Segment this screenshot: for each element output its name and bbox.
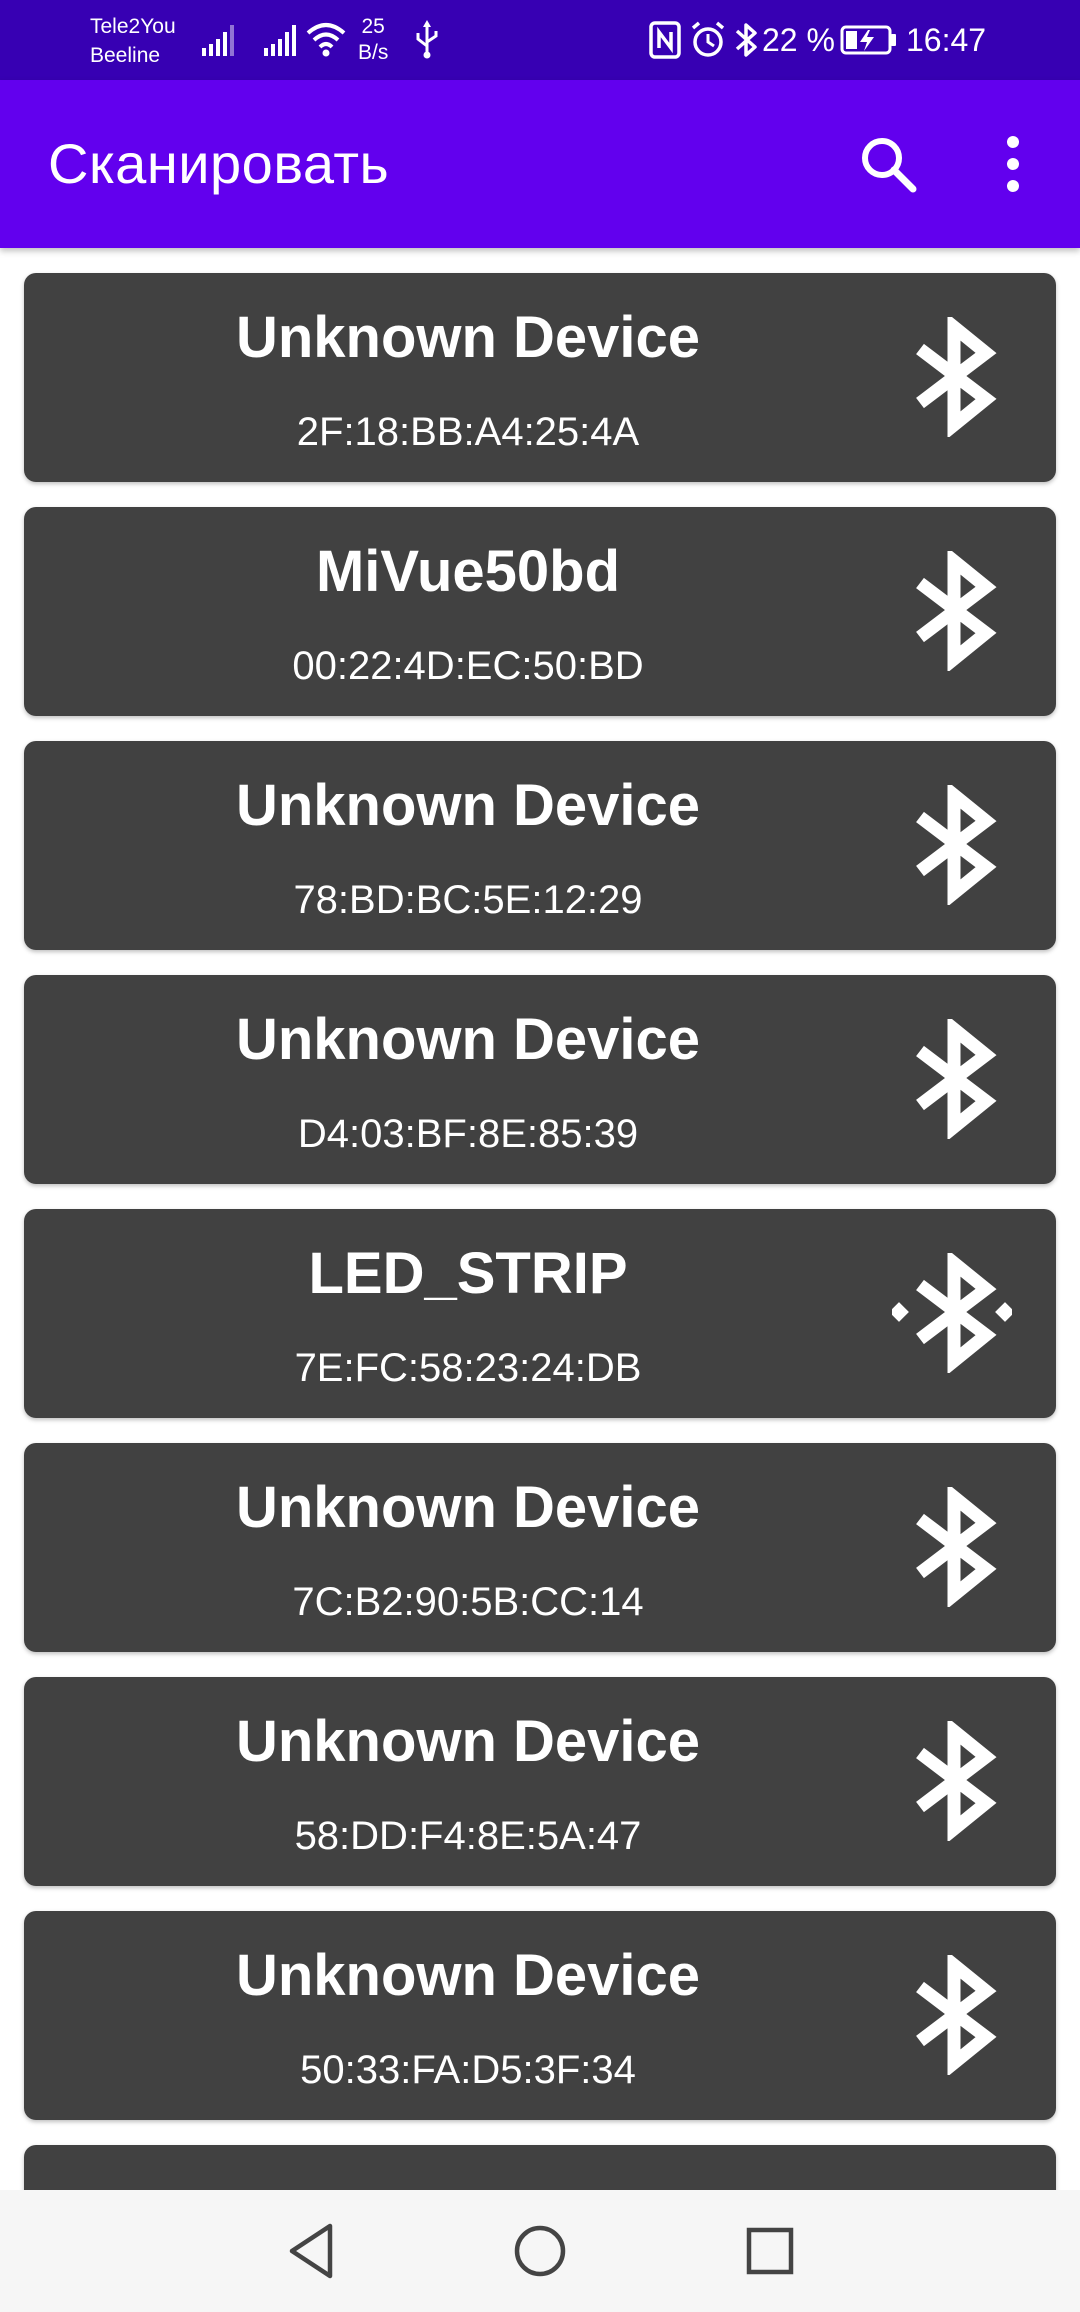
app-bar: Сканировать [0, 80, 1080, 248]
signal-strength-icon-2 [264, 25, 296, 56]
device-card[interactable]: Unknown Device 78:BD:BC:5E:12:29 [24, 741, 1056, 950]
device-name: Unknown Device [235, 1943, 701, 2008]
network-speed-unit: B/s [358, 41, 389, 64]
device-name: MiVue50bd [315, 539, 621, 604]
device-card[interactable]: Unknown Device 7C:B2:90:5B:CC:14 [24, 1443, 1056, 1652]
device-card[interactable]: Unknown Device D4:03:BF:8E:85:39 [24, 975, 1056, 1184]
signal-strength-icon [202, 25, 234, 56]
clock: 16:47 [906, 22, 987, 58]
device-mac-address: 58:DD:F4:8E:5A:47 [294, 1814, 642, 1858]
status-bar: Tele2You Beeline 25 B/s 22 % 16:47 [0, 0, 1080, 80]
device-mac-address: 00:22:4D:EC:50:BD [292, 644, 644, 688]
carrier-names: Tele2You Beeline [90, 12, 176, 70]
device-name: Unknown Device [235, 1007, 701, 1072]
battery-percent: 22 % [762, 22, 835, 58]
device-name: Unknown Device [235, 773, 701, 838]
device-list[interactable]: Unknown Device 2F:18:BB:A4:25:4A MiVue50… [0, 248, 1080, 2190]
carrier-2: Beeline [90, 44, 161, 67]
bluetooth-icon [916, 551, 997, 671]
bluetooth-connected-icon [892, 1253, 1012, 1373]
device-mac-address: 78:BD:BC:5E:12:29 [293, 878, 643, 922]
device-name: Unknown Device [235, 1709, 701, 1774]
bluetooth-icon [916, 1955, 997, 2075]
back-icon[interactable] [280, 2216, 350, 2286]
page-title: Сканировать [48, 132, 390, 195]
more-vert-icon[interactable] [998, 132, 1028, 196]
battery-charging-icon [840, 25, 896, 55]
wifi-icon [306, 23, 346, 57]
device-mac-address: 7E:FC:58:23:24:DB [294, 1346, 642, 1390]
carrier-1: Tele2You [90, 15, 176, 38]
navigation-bar [0, 2190, 1080, 2312]
bluetooth-icon [916, 1721, 997, 1841]
device-card[interactable]: MiVue50bd 00:22:4D:EC:50:BD [24, 507, 1056, 716]
bluetooth-status-icon [735, 23, 757, 57]
bluetooth-icon [916, 785, 997, 905]
device-name: LED_STRIP [308, 1241, 628, 1306]
device-card[interactable]: Unknown Device 2F:18:BB:A4:25:4A [24, 273, 1056, 482]
device-mac-address: 50:33:FA:D5:3F:34 [300, 2048, 636, 2092]
usb-icon [416, 20, 438, 59]
nfc-icon [649, 21, 681, 59]
device-name: Unknown Device [235, 305, 701, 370]
alarm-icon [691, 21, 725, 57]
device-mac-address: D4:03:BF:8E:85:39 [297, 1112, 639, 1156]
device-mac-address: 7C:B2:90:5B:CC:14 [292, 1580, 644, 1624]
device-card[interactable]: Unknown Device 58:DD:F4:8E:5A:47 [24, 1677, 1056, 1886]
device-card[interactable]: Unknown Device 50:33:FA:D5:3F:34 [24, 1911, 1056, 2120]
search-icon[interactable] [856, 132, 920, 196]
device-card[interactable]: LED_STRIP 7E:FC:58:23:24:DB [24, 1209, 1056, 1418]
recents-icon[interactable] [735, 2216, 805, 2286]
network-speed: 25 B/s [358, 14, 388, 66]
device-name: Unknown Device [235, 1475, 701, 1540]
bluetooth-icon [916, 1019, 997, 1139]
bluetooth-icon [916, 1487, 997, 1607]
device-card-partial[interactable] [24, 2145, 1056, 2190]
device-mac-address: 2F:18:BB:A4:25:4A [296, 410, 640, 454]
bluetooth-icon [916, 317, 997, 437]
home-icon[interactable] [505, 2216, 575, 2286]
network-speed-value: 25 [361, 15, 385, 38]
